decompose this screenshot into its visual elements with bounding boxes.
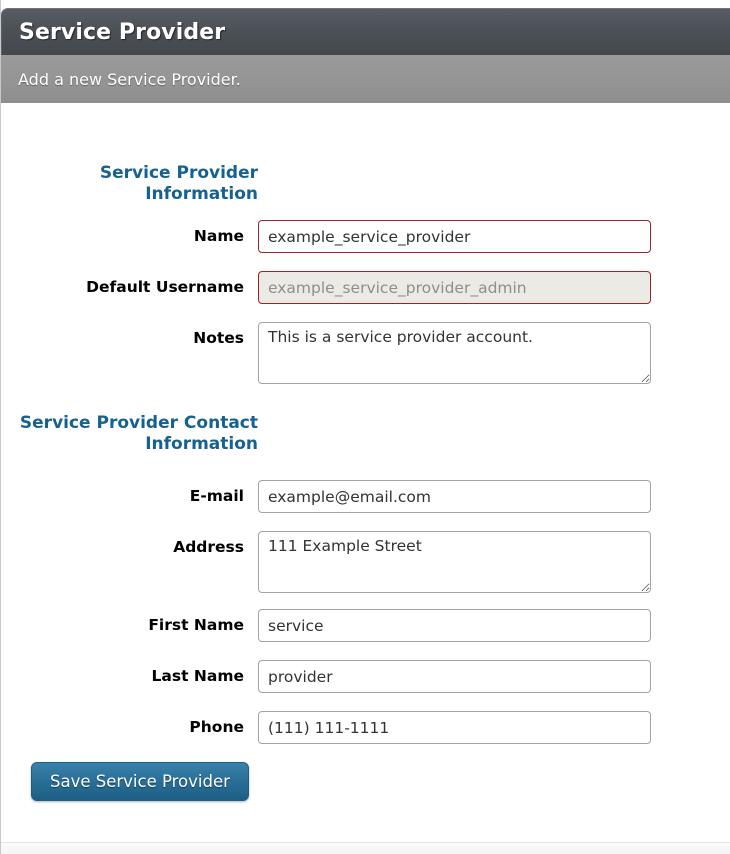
service-provider-form: Service Provider Information Name Defaul… bbox=[1, 103, 730, 842]
phone-input[interactable] bbox=[258, 711, 651, 744]
save-service-provider-button[interactable]: Save Service Provider bbox=[31, 762, 249, 801]
form-row: First Name bbox=[1, 609, 651, 642]
subtitle-bar: Add a new Service Provider. bbox=[1, 55, 730, 103]
legend-service-provider-information: Service Provider Information bbox=[99, 163, 258, 204]
label-first-name: First Name bbox=[148, 616, 244, 634]
last-name-input[interactable] bbox=[258, 660, 651, 693]
form-row: Last Name bbox=[1, 660, 651, 693]
form-row: E-mail bbox=[1, 480, 651, 513]
form-row: Address 111 Example Street bbox=[1, 531, 651, 593]
first-name-input[interactable] bbox=[258, 609, 651, 642]
label-name: Name bbox=[193, 227, 244, 245]
form-row: Name bbox=[1, 220, 651, 253]
default-username-input bbox=[258, 271, 651, 304]
notes-textarea[interactable]: This is a service provider account. bbox=[258, 322, 651, 384]
form-row: Notes This is a service provider account… bbox=[1, 322, 651, 384]
legend-service-provider-contact-information: Service Provider Contact Information bbox=[19, 413, 258, 454]
title-bar: Service Provider bbox=[1, 8, 730, 55]
page-title: Service Provider bbox=[19, 19, 226, 45]
address-textarea[interactable]: 111 Example Street bbox=[258, 531, 651, 593]
footer-strip bbox=[1, 842, 730, 854]
name-input[interactable] bbox=[258, 220, 651, 253]
form-row: Default Username bbox=[1, 271, 651, 304]
title-bar-inner: Service Provider bbox=[1, 8, 730, 55]
label-default-username: Default Username bbox=[86, 278, 244, 296]
label-email: E-mail bbox=[189, 487, 244, 505]
label-notes: Notes bbox=[193, 329, 244, 347]
service-provider-page: Service Provider Add a new Service Provi… bbox=[0, 0, 730, 854]
page-subtitle: Add a new Service Provider. bbox=[18, 69, 241, 89]
label-last-name: Last Name bbox=[151, 667, 244, 685]
label-address: Address bbox=[173, 538, 244, 556]
email-input[interactable] bbox=[258, 480, 651, 513]
label-phone: Phone bbox=[189, 718, 244, 736]
form-row: Phone bbox=[1, 711, 651, 744]
